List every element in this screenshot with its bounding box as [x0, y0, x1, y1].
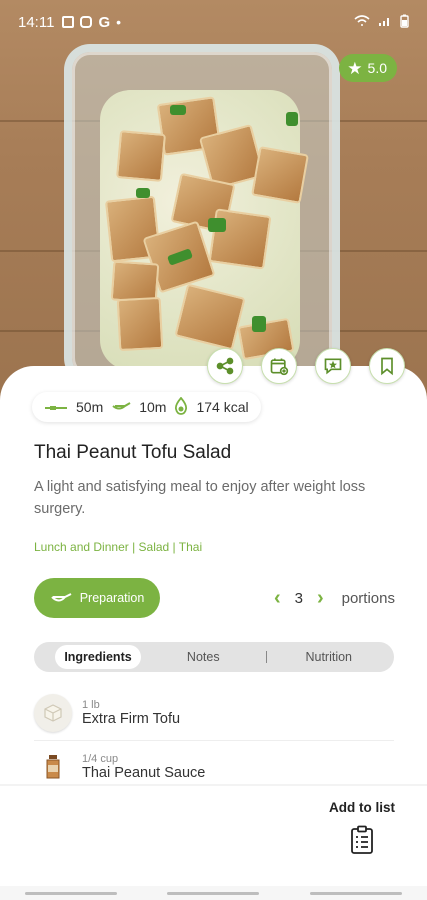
signal-icon [378, 15, 392, 30]
google-icon: G [98, 13, 111, 31]
ingredient-qty: 1/4 cup [82, 753, 119, 765]
battery-icon [400, 14, 409, 31]
youtube-icon [80, 16, 93, 28]
nav-back[interactable] [309, 891, 402, 895]
portions-stepper: ‹ 3 › portions [274, 588, 395, 608]
add-to-list-label: Add to list [329, 800, 395, 815]
share-button[interactable] [207, 348, 243, 384]
bookmark-button[interactable] [369, 348, 405, 384]
tab-nutrition[interactable]: Nutrition [267, 645, 392, 669]
recipe-meta: 50m 10m 174 kcal [32, 392, 261, 422]
prep-time-icon [111, 400, 131, 415]
ingredient-name: Extra Firm Tofu [82, 711, 181, 727]
review-button[interactable] [315, 348, 351, 384]
star-icon: ★ [347, 58, 363, 78]
rating-value: 5.0 [367, 60, 387, 76]
wifi-icon [354, 14, 370, 30]
sauce-jar-icon [34, 748, 72, 786]
rating-badge: ★ 5.0 [339, 54, 397, 82]
total-time-icon [44, 400, 68, 415]
add-to-list-button[interactable]: Add to list [329, 800, 395, 855]
tab-notes[interactable]: Notes [141, 645, 266, 669]
status-time: 14:11 [18, 13, 55, 31]
decrease-portions-icon[interactable]: ‹ [274, 588, 281, 608]
status-bar: 14:11 G • [0, 0, 427, 44]
prep-time: 10m [139, 399, 167, 415]
ingredient-name: Thai Peanut Sauce [82, 765, 206, 781]
more-notifications-icon: • [116, 14, 122, 30]
nav-home[interactable] [167, 891, 260, 895]
recipe-tags[interactable]: Lunch and Dinner | Salad | Thai [34, 540, 202, 554]
recipe-title: Thai Peanut Tofu Salad [34, 442, 232, 463]
tofu-icon [34, 694, 72, 732]
portions-count: 3 [294, 589, 303, 607]
calendar-add-icon [270, 358, 289, 376]
ingredient-qty: 1 lb [82, 699, 100, 711]
portions-label: portions [341, 589, 395, 607]
clipboard-list-icon [351, 825, 373, 854]
comment-star-icon [324, 358, 342, 375]
preparation-label: Preparation [79, 591, 145, 605]
gallery-icon [62, 16, 75, 28]
system-navigation-bar [0, 886, 427, 900]
action-buttons [207, 348, 405, 384]
recipe-description: A light and satisfying meal to enjoy aft… [34, 479, 366, 517]
pan-icon [50, 593, 72, 602]
total-time: 50m [76, 399, 104, 415]
increase-portions-icon[interactable]: › [317, 588, 324, 608]
nav-recents[interactable] [25, 891, 118, 895]
tab-ingredients[interactable]: Ingredients [55, 645, 141, 669]
share-icon [216, 357, 234, 375]
bookmark-icon [381, 357, 393, 376]
add-to-planner-button[interactable] [261, 348, 297, 384]
preparation-button[interactable]: Preparation [34, 578, 160, 618]
ingredient-item[interactable]: 1 lb Extra Firm Tofu [34, 694, 180, 732]
calories-icon [174, 396, 188, 418]
recipe-tabs: Ingredients Notes Nutrition [34, 642, 394, 672]
calories: 174 kcal [196, 399, 249, 415]
ingredient-item[interactable]: 1/4 cup Thai Peanut Sauce [34, 748, 205, 786]
divider [34, 740, 394, 741]
